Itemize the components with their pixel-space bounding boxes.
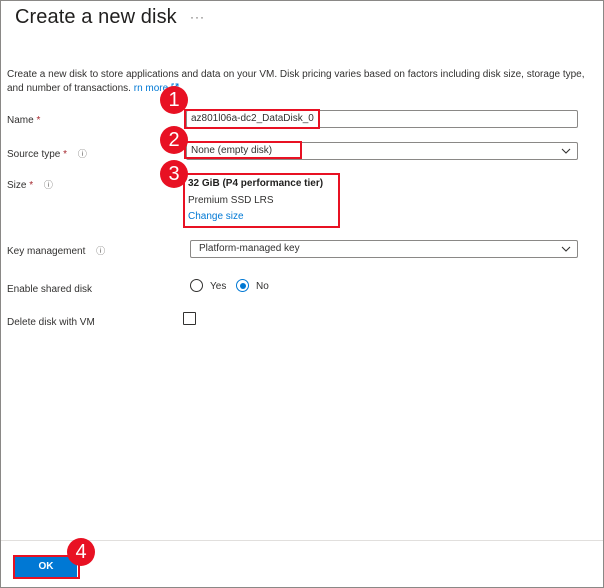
key-management-value: Platform-managed key — [199, 243, 300, 254]
shared-disk-yes-label[interactable]: Yes — [210, 281, 226, 292]
size-label: Size * ⓘ — [7, 178, 53, 191]
callout-box-source-type — [184, 141, 302, 159]
key-management-dropdown[interactable]: Platform-managed key — [190, 240, 578, 258]
footer-divider — [1, 540, 603, 541]
delete-with-vm-checkbox[interactable] — [183, 312, 196, 325]
required-marker: * — [36, 115, 41, 126]
callout-box-size — [183, 173, 340, 228]
source-type-label: Source type * ⓘ — [7, 147, 87, 160]
name-label-text: Name — [7, 115, 34, 126]
info-icon[interactable]: ⓘ — [78, 147, 87, 160]
name-label: Name * — [7, 115, 40, 126]
callout-badge-3: 3 — [160, 160, 188, 188]
info-icon[interactable]: ⓘ — [96, 244, 105, 257]
shared-disk-label: Enable shared disk — [7, 284, 93, 295]
callout-badge-4: 4 — [67, 538, 95, 566]
callout-badge-1: 1 — [160, 86, 188, 114]
delete-with-vm-label: Delete disk with VM — [7, 317, 95, 328]
shared-disk-no-radio[interactable] — [236, 279, 249, 292]
required-marker: * — [29, 180, 34, 191]
description-text: Create a new disk to store applications … — [7, 69, 585, 94]
panel-description: Create a new disk to store applications … — [7, 68, 592, 96]
callout-badge-2: 2 — [160, 126, 188, 154]
shared-disk-yes-radio[interactable] — [190, 279, 203, 292]
chevron-down-icon — [561, 148, 571, 154]
more-options-button[interactable]: ··· — [190, 10, 205, 24]
key-management-label-text: Key management — [7, 246, 86, 257]
shared-disk-no-label[interactable]: No — [256, 281, 269, 292]
info-icon[interactable]: ⓘ — [44, 178, 53, 191]
required-marker: * — [63, 149, 68, 160]
size-label-text: Size — [7, 180, 27, 191]
source-type-label-text: Source type — [7, 149, 61, 160]
chevron-down-icon — [561, 246, 571, 252]
key-management-label: Key management ⓘ — [7, 244, 105, 257]
callout-box-name — [184, 109, 320, 129]
panel-title: Create a new disk — [15, 6, 177, 28]
